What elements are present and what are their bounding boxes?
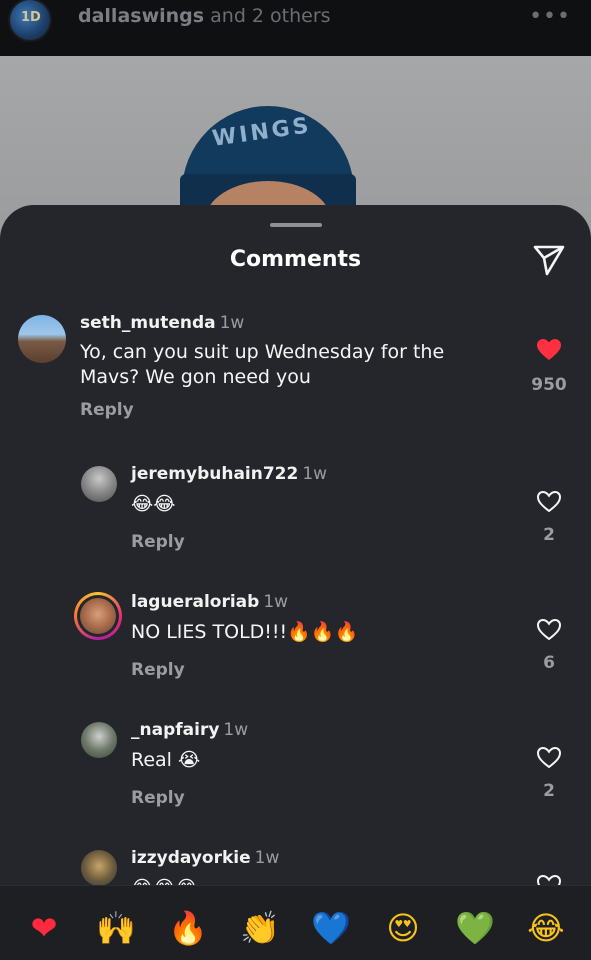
comment-time: 1w	[219, 313, 245, 333]
comment-username[interactable]: lagueraloriab 1w	[131, 592, 288, 612]
avatar[interactable]	[81, 466, 117, 502]
comment-username[interactable]: izzydayorkie 1w	[131, 848, 279, 868]
avatar-with-story-ring[interactable]	[74, 592, 122, 640]
red-heart-emoji[interactable]: ❤	[24, 908, 64, 948]
share-icon[interactable]	[532, 243, 566, 277]
avatar-logo-text: 1D	[21, 10, 41, 25]
post-header: 1D dallaswings and 2 others •••	[0, 0, 591, 56]
comment-item: seth_mutenda 1w Yo, can you suit up Wedne…	[0, 310, 591, 430]
heart-outline-icon[interactable]	[536, 618, 562, 642]
comment-text: NO LIES TOLD!!!🔥🔥🔥	[131, 621, 359, 643]
comment-time: 1w	[263, 592, 289, 612]
comment-time: 1w	[302, 464, 328, 484]
post-owner-name[interactable]: dallaswings	[78, 5, 204, 27]
post-owner-avatar[interactable]: 1D	[10, 0, 50, 40]
heart-filled-icon[interactable]	[536, 338, 562, 362]
fire-emoji[interactable]: 🔥	[168, 908, 208, 948]
comment-text: Yo, can you suit up Wednesday for the Ma…	[80, 341, 445, 388]
post-others-label[interactable]: and 2 others	[210, 5, 330, 27]
reply-button[interactable]: Reply	[131, 660, 185, 680]
comment-username[interactable]: seth_mutenda 1w	[80, 313, 244, 333]
more-options-icon[interactable]: •••	[529, 4, 571, 29]
avatar-image	[77, 595, 119, 637]
green-heart-emoji[interactable]: 💚	[455, 908, 495, 948]
comment-item: lagueraloriab 1w NO LIES TOLD!!!🔥🔥🔥 Reply…	[0, 588, 591, 698]
avatar[interactable]	[81, 722, 117, 758]
quick-reaction-bar: ❤ 🙌 🔥 👏 💙 😍 💚 😂	[0, 885, 591, 960]
tears-of-joy-emoji[interactable]: 😂	[526, 908, 566, 948]
comment-item: jeremybuhain722 1w 😂😂 Reply 2	[0, 460, 591, 570]
comment-text: 😂😂	[131, 493, 176, 515]
comment-text: Real 😭	[131, 749, 201, 771]
blue-heart-emoji[interactable]: 💙	[311, 908, 351, 948]
reply-button[interactable]: Reply	[80, 400, 134, 420]
like-count: 950	[531, 375, 567, 395]
like-count: 6	[543, 653, 555, 673]
avatar[interactable]	[18, 315, 66, 363]
reply-button[interactable]: Reply	[131, 788, 185, 808]
comment-time: 1w	[254, 848, 280, 868]
raising-hands-emoji[interactable]: 🙌	[96, 908, 136, 948]
comment-time: 1w	[223, 720, 249, 740]
avatar[interactable]	[81, 850, 117, 886]
like-count: 2	[543, 781, 555, 801]
comment-item: _napfairy 1w Real 😭 Reply 2	[0, 716, 591, 826]
reply-button[interactable]: Reply	[131, 532, 185, 552]
sheet-drag-handle[interactable]	[270, 223, 322, 227]
heart-outline-icon[interactable]	[536, 746, 562, 770]
post-owner-line[interactable]: dallaswings and 2 others	[78, 5, 331, 27]
comment-username[interactable]: jeremybuhain722 1w	[131, 464, 327, 484]
comment-username[interactable]: _napfairy 1w	[131, 720, 248, 740]
like-count: 2	[543, 525, 555, 545]
clapping-hands-emoji[interactable]: 👏	[240, 908, 280, 948]
heart-eyes-emoji[interactable]: 😍	[383, 908, 423, 948]
comments-sheet: Comments seth_mutenda 1w Yo, can you suit…	[0, 205, 591, 960]
heart-outline-icon[interactable]	[536, 490, 562, 514]
sheet-title: Comments	[229, 247, 362, 272]
